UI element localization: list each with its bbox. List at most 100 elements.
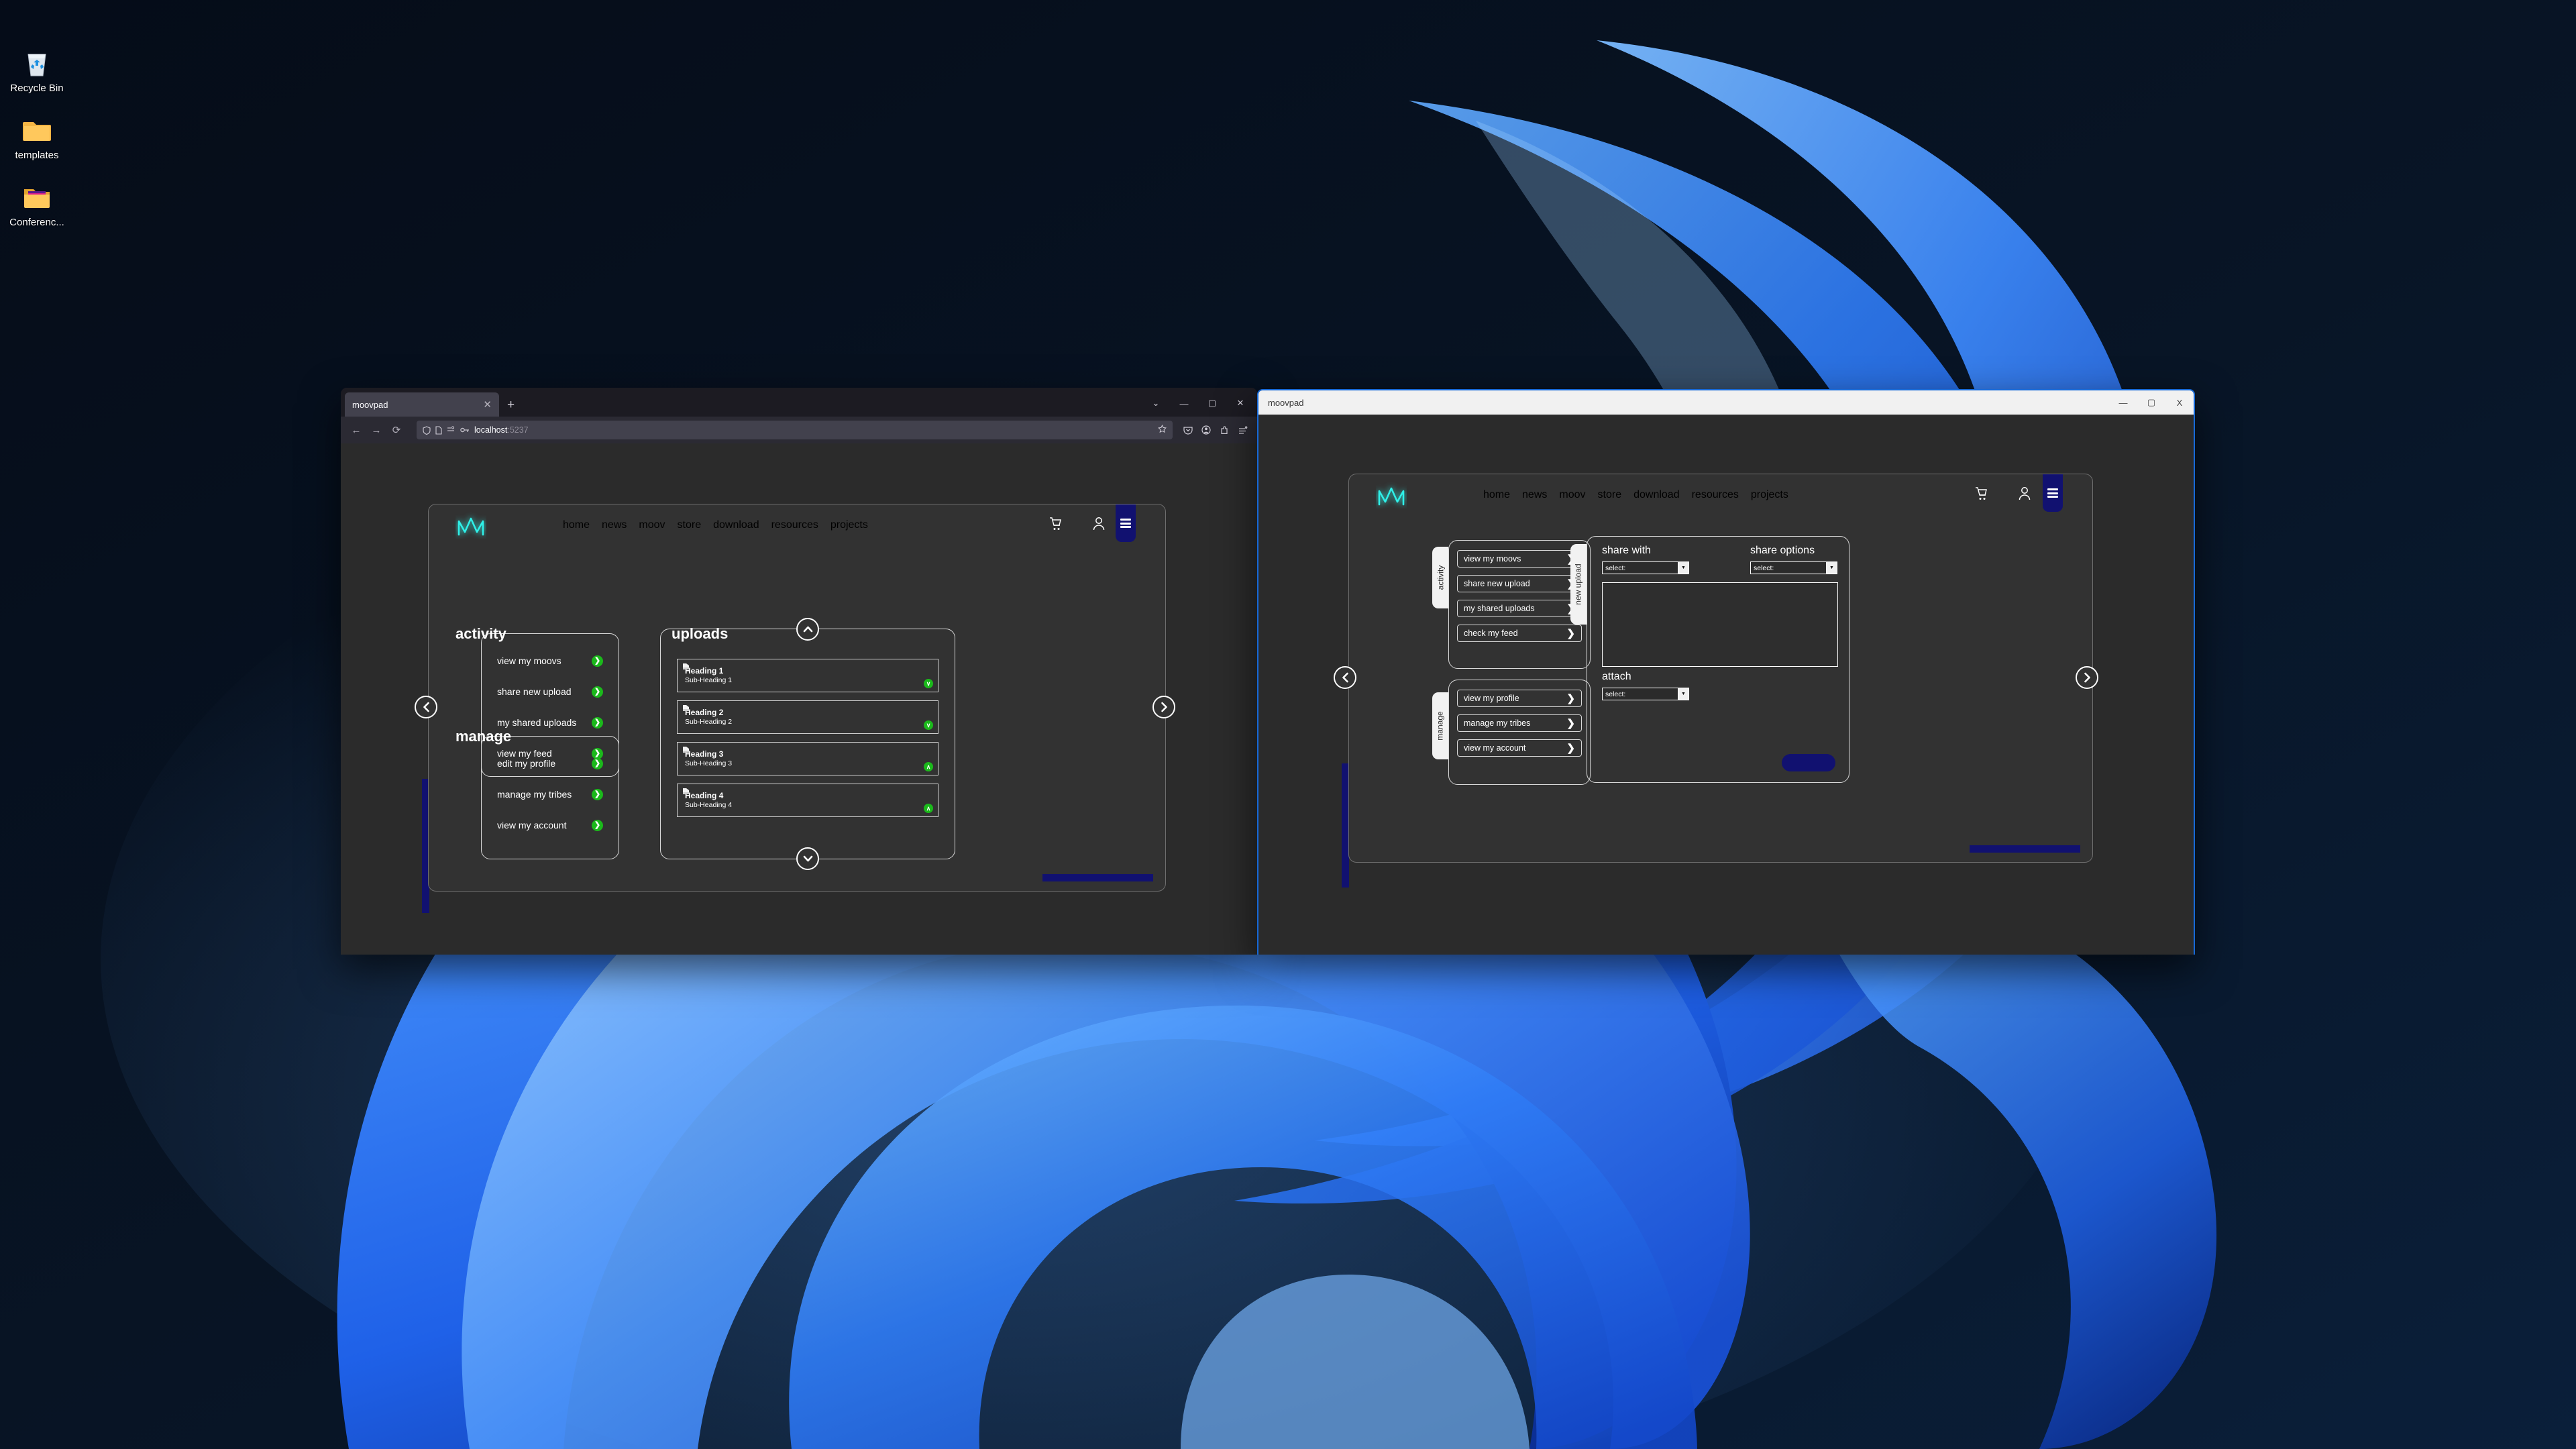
list-all-tabs-icon[interactable]: ⌄ bbox=[1142, 394, 1170, 413]
nav-link-projects[interactable]: projects bbox=[1751, 489, 1788, 501]
upload-card[interactable]: Heading 1 Sub-Heading 1 ∨ bbox=[677, 659, 938, 692]
pocket-icon[interactable] bbox=[1179, 421, 1197, 439]
upload-card[interactable]: Heading 2 Sub-Heading 2 ∨ bbox=[677, 700, 938, 734]
tab-manage[interactable]: manage bbox=[1432, 692, 1448, 759]
uploads-card: Heading 1 Sub-Heading 1 ∨ Heading 2 Sub-Head… bbox=[660, 618, 955, 870]
upload-card-toggle-icon[interactable]: ∧ bbox=[924, 762, 933, 771]
chevron-right-icon[interactable]: ❯ bbox=[592, 788, 603, 800]
chevron-right-icon: ❯ bbox=[1566, 627, 1575, 639]
nav-link-store[interactable]: store bbox=[678, 519, 702, 531]
nav-link-news[interactable]: news bbox=[602, 519, 627, 531]
nav-link-projects[interactable]: projects bbox=[830, 519, 868, 531]
action-button[interactable]: my shared uploads❯ bbox=[1457, 600, 1582, 617]
action-button[interactable]: view my moovs❯ bbox=[1457, 550, 1582, 568]
attach-select[interactable]: select: ▼ bbox=[1602, 688, 1689, 700]
list-item[interactable]: manage my tribes ❯ bbox=[491, 782, 609, 806]
account-icon[interactable] bbox=[1197, 421, 1215, 439]
desktop-icon-conference[interactable]: Conferenc... bbox=[0, 181, 74, 248]
action-button[interactable]: share new upload❯ bbox=[1457, 575, 1582, 592]
reader-icon[interactable] bbox=[447, 426, 455, 434]
page-next-button[interactable] bbox=[1152, 696, 1175, 718]
close-tab-icon[interactable]: ✕ bbox=[483, 400, 492, 410]
moov-logo-icon[interactable] bbox=[1376, 482, 1407, 508]
share-with-select[interactable]: select: ▼ bbox=[1602, 561, 1689, 574]
list-item[interactable]: edit my profile ❯ bbox=[491, 751, 609, 775]
new-tab-icon[interactable]: + bbox=[507, 398, 515, 411]
nav-link-moov[interactable]: moov bbox=[639, 519, 665, 531]
window-title-bar[interactable]: moovpad — ▢ X bbox=[1258, 390, 2194, 415]
app-menu-icon[interactable] bbox=[1234, 421, 1251, 439]
action-button[interactable]: check my feed ❯ bbox=[1457, 625, 1582, 642]
close-window-icon[interactable]: X bbox=[2165, 390, 2194, 415]
page-prev-button[interactable] bbox=[1334, 666, 1356, 689]
star-icon[interactable] bbox=[1158, 424, 1167, 435]
chevron-right-icon[interactable]: ❯ bbox=[592, 686, 603, 698]
uploads-scroll-up-button[interactable] bbox=[796, 618, 819, 641]
page-prev-button[interactable] bbox=[415, 696, 437, 718]
tab-new-upload-label: new upload bbox=[1574, 564, 1584, 605]
chevron-right-icon[interactable]: ❯ bbox=[592, 757, 603, 769]
cart-icon[interactable] bbox=[1974, 486, 1988, 504]
minimize-icon[interactable]: — bbox=[2109, 390, 2137, 415]
chevron-right-icon[interactable]: ❯ bbox=[592, 655, 603, 667]
browser-window-left[interactable]: moovpad ✕ + ⌄ — ▢ ✕ ← → ⟳ localhost:5237… bbox=[341, 388, 1257, 955]
address-bar[interactable]: localhost:5237 bbox=[417, 421, 1173, 439]
upload-card[interactable]: Heading 3 Sub-Heading 3 ∧ bbox=[677, 742, 938, 775]
desktop-icon-templates[interactable]: templates bbox=[0, 114, 74, 181]
hamburger-menu-tab[interactable] bbox=[2043, 474, 2063, 512]
upload-card-subheading: Sub-Heading 4 bbox=[685, 801, 733, 809]
chevron-right-icon[interactable]: ❯ bbox=[592, 819, 603, 831]
nav-link-download[interactable]: download bbox=[1633, 489, 1680, 501]
nav-link-moov[interactable]: moov bbox=[1559, 489, 1585, 501]
list-item[interactable]: share new upload ❯ bbox=[491, 680, 609, 704]
action-button[interactable]: view my account ❯ bbox=[1457, 739, 1582, 757]
action-button-label: view my profile bbox=[1464, 694, 1519, 703]
nav-link-download[interactable]: download bbox=[713, 519, 759, 531]
extensions-icon[interactable] bbox=[1216, 421, 1233, 439]
nav-link-resources[interactable]: resources bbox=[771, 519, 818, 531]
maximize-icon[interactable]: ▢ bbox=[2137, 390, 2165, 415]
submit-button[interactable] bbox=[1782, 754, 1835, 771]
tab-activity[interactable]: activity bbox=[1432, 547, 1448, 608]
cart-icon[interactable] bbox=[1049, 517, 1062, 535]
close-window-icon[interactable]: ✕ bbox=[1226, 394, 1254, 413]
list-item[interactable]: view my moovs ❯ bbox=[491, 649, 609, 673]
nav-link-home[interactable]: home bbox=[1483, 489, 1510, 501]
shield-icon[interactable] bbox=[423, 425, 431, 435]
accent-bar-horizontal bbox=[1970, 845, 2080, 853]
desktop-icon-recycle-bin[interactable]: Recycle Bin bbox=[0, 47, 74, 114]
browser-tab[interactable]: moovpad ✕ bbox=[345, 392, 499, 417]
user-icon[interactable] bbox=[1093, 517, 1105, 535]
upload-card[interactable]: Heading 4 Sub-Heading 4 ∧ bbox=[677, 784, 938, 817]
nav-link-news[interactable]: news bbox=[1522, 489, 1547, 501]
upload-card-toggle-icon[interactable]: ∨ bbox=[924, 720, 933, 730]
tab-new-upload[interactable]: new upload bbox=[1570, 544, 1587, 625]
app-window-right[interactable]: moovpad — ▢ X home news moov store download r… bbox=[1257, 389, 2195, 955]
nav-link-store[interactable]: store bbox=[1598, 489, 1622, 501]
upload-card-toggle-icon[interactable]: ∧ bbox=[924, 804, 933, 813]
list-item[interactable]: view my account ❯ bbox=[491, 813, 609, 837]
moov-logo-icon[interactable] bbox=[455, 512, 486, 539]
upload-card-toggle-icon[interactable]: ∨ bbox=[924, 679, 933, 688]
nav-link-home[interactable]: home bbox=[563, 519, 590, 531]
file-icon bbox=[682, 745, 690, 753]
message-textarea[interactable] bbox=[1602, 582, 1838, 667]
hamburger-icon bbox=[1120, 517, 1131, 530]
share-options-select[interactable]: select: ▼ bbox=[1750, 561, 1837, 574]
hamburger-menu-tab[interactable] bbox=[1116, 504, 1136, 542]
maximize-icon[interactable]: ▢ bbox=[1198, 394, 1226, 413]
action-button[interactable]: manage my tribes ❯ bbox=[1457, 714, 1582, 732]
back-icon[interactable]: ← bbox=[347, 421, 366, 439]
user-icon[interactable] bbox=[2019, 486, 2031, 504]
reload-icon[interactable]: ⟳ bbox=[387, 421, 406, 439]
nav-link-resources[interactable]: resources bbox=[1692, 489, 1739, 501]
chevron-right-icon[interactable]: ❯ bbox=[592, 716, 603, 729]
action-button[interactable]: view my profile ❯ bbox=[1457, 690, 1582, 707]
uploads-scroll-down-button[interactable] bbox=[796, 847, 819, 870]
forward-icon[interactable]: → bbox=[367, 421, 386, 439]
minimize-icon[interactable]: — bbox=[1170, 394, 1198, 413]
key-icon[interactable] bbox=[460, 427, 470, 433]
app-nav-links: home news moov store download resources projec… bbox=[1463, 489, 1788, 501]
page-icon[interactable] bbox=[435, 425, 442, 435]
page-next-button[interactable] bbox=[2076, 666, 2098, 689]
